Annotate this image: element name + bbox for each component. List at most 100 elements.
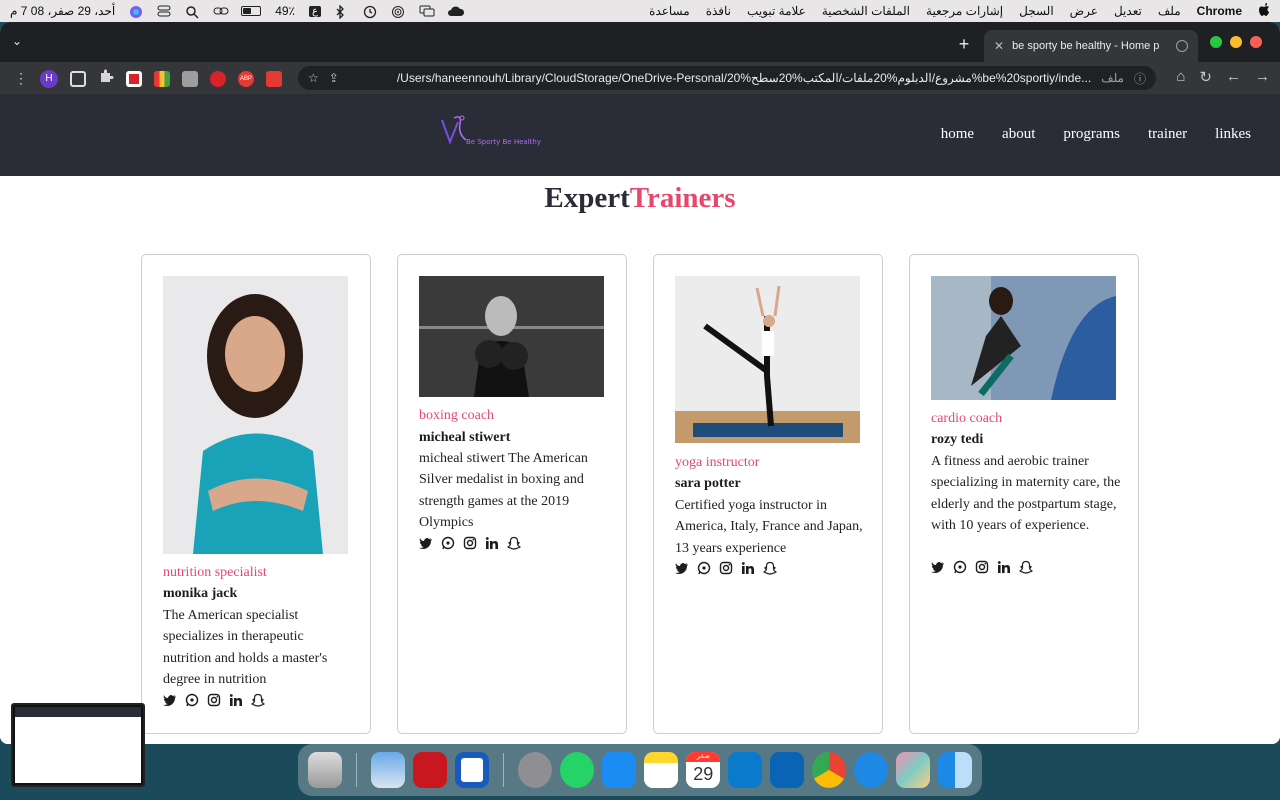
home-icon[interactable]: ⌂ [1176,68,1185,86]
word-icon[interactable] [454,752,490,788]
menu-view[interactable]: عرض [1070,4,1098,18]
menu-profiles[interactable]: الملفات الشخصية [822,4,910,18]
trainer-card: yoga instructor sara potter Certified yo… [653,254,883,734]
outlook-icon[interactable] [770,752,805,788]
chrome-icon[interactable] [812,752,847,788]
instagram-icon[interactable] [719,561,733,575]
keyboard-input-icon[interactable]: ع [309,5,321,17]
launchpad-icon[interactable] [896,752,931,788]
clock[interactable]: أحد، 29 صفر، 08 7 م [10,4,115,18]
snapchat-icon[interactable] [762,561,778,575]
app-store-icon[interactable] [602,752,637,788]
linkedin-icon[interactable] [997,560,1011,574]
finder-icon[interactable] [938,752,973,788]
whatsapp-icon[interactable] [185,693,199,707]
minimize-window-button[interactable] [1230,36,1242,48]
adblock-plus-icon[interactable]: ABP [238,70,254,87]
site-header: Be Sporty Be Healthy home about programs… [0,94,1280,176]
zoom-window-button[interactable] [1210,36,1222,48]
tab-title: be sporty be healthy - Home p [1012,40,1160,52]
nav-trainer[interactable]: trainer [1148,126,1187,143]
menu-window[interactable]: نافذة [706,4,731,18]
twitter-icon[interactable] [419,536,433,550]
extension-hand-icon[interactable] [210,70,226,87]
icloud-icon[interactable] [447,5,465,17]
close-window-button[interactable] [1250,36,1262,48]
twitter-icon[interactable] [931,560,945,574]
trash-icon[interactable] [308,752,342,788]
snapchat-icon[interactable] [1018,560,1034,574]
calendar-icon[interactable]: صفر 29 [686,752,721,788]
linkedin-icon[interactable] [229,693,243,707]
acrobat-icon[interactable] [412,752,447,788]
address-bar[interactable]: ☆ ⇪ /Users/haneennouh/Library/CloudStora… [298,66,1156,90]
instagram-icon[interactable] [207,693,221,707]
twitter-icon[interactable] [675,561,689,575]
extension-play-icon[interactable] [266,70,282,87]
whatsapp-icon[interactable] [560,752,595,788]
menu-app-name[interactable]: Chrome [1197,4,1242,18]
new-tab-button[interactable]: + [954,34,974,55]
tab-active[interactable]: ✕ be sporty be healthy - Home p [984,30,1198,62]
instagram-icon[interactable] [463,536,477,550]
menu-tab[interactable]: علامة تبويب [747,4,806,18]
extensions-puzzle-icon[interactable] [98,68,114,89]
nav-programs[interactable]: programs [1063,126,1120,143]
menu-bookmarks[interactable]: إشارات مرجعية [926,4,1003,18]
calendar-day: 29 [693,764,714,784]
trainer-card: cardio coach rozy tedi A fitness and aer… [909,254,1139,734]
system-settings-icon[interactable] [518,752,553,788]
menu-history[interactable]: السجل [1019,4,1054,18]
snapchat-icon[interactable] [250,693,266,707]
safari-icon[interactable] [854,752,889,788]
trainer-description: Certified yoga instructor in America, It… [675,498,863,556]
side-panel-icon[interactable] [70,70,86,87]
trainer-role: nutrition specialist [163,565,267,580]
extension-colorful-icon[interactable] [154,70,170,87]
vscode-icon[interactable] [728,752,763,788]
nav-linkes[interactable]: linkes [1215,126,1251,143]
siri-icon[interactable] [129,5,143,18]
battery-icon[interactable] [241,6,262,16]
menu-edit[interactable]: تعديل [1114,4,1142,18]
time-machine-icon[interactable] [363,5,377,19]
site-nav: home about programs trainer linkes [941,126,1251,143]
info-icon[interactable]: ⓘ [1134,70,1146,87]
share-icon[interactable]: ⇪ [329,71,339,85]
instagram-icon[interactable] [975,560,989,574]
link-icon[interactable] [213,5,229,17]
extension-grid-icon[interactable] [182,70,198,87]
menu-file[interactable]: ملف [1158,4,1181,18]
whatsapp-icon[interactable] [697,561,711,575]
spotlight-icon[interactable] [185,5,199,19]
bookmark-star-icon[interactable]: ☆ [308,71,319,85]
screen-mirroring-icon[interactable] [419,5,435,17]
control-center-icon[interactable] [157,5,171,17]
menu-help[interactable]: مساعدة [649,4,690,18]
extension-red-square-icon[interactable] [126,70,142,87]
url-text[interactable]: /Users/haneennouh/Library/CloudStorage/O… [349,71,1091,85]
nav-home[interactable]: home [941,126,974,143]
back-arrow-icon[interactable]: ← [1226,68,1241,86]
apple-icon[interactable] [1258,2,1270,20]
window-thumbnail[interactable] [11,703,145,787]
tab-search-chevron-icon[interactable]: ⌄ [12,34,22,48]
whatsapp-icon[interactable] [441,536,455,550]
linkedin-icon[interactable] [741,561,755,575]
airdrop-icon[interactable] [391,5,405,18]
twitter-icon[interactable] [163,693,177,707]
reload-icon[interactable]: ↻ [1199,68,1212,86]
preview-icon[interactable] [370,752,405,788]
trainer-card: boxing coach micheal stiwert micheal sti… [397,254,627,734]
linkedin-icon[interactable] [485,536,499,550]
whatsapp-icon[interactable] [953,560,967,574]
menu-kebab-icon[interactable]: ⋮ [14,70,28,87]
notes-icon[interactable] [644,752,679,788]
nav-about[interactable]: about [1002,126,1035,143]
profile-avatar[interactable]: H [40,69,58,88]
tab-close-icon[interactable]: ✕ [994,39,1004,53]
dock-separator [503,753,505,787]
snapchat-icon[interactable] [506,536,522,550]
forward-arrow-icon[interactable]: → [1255,68,1270,86]
bluetooth-icon[interactable] [335,4,349,20]
